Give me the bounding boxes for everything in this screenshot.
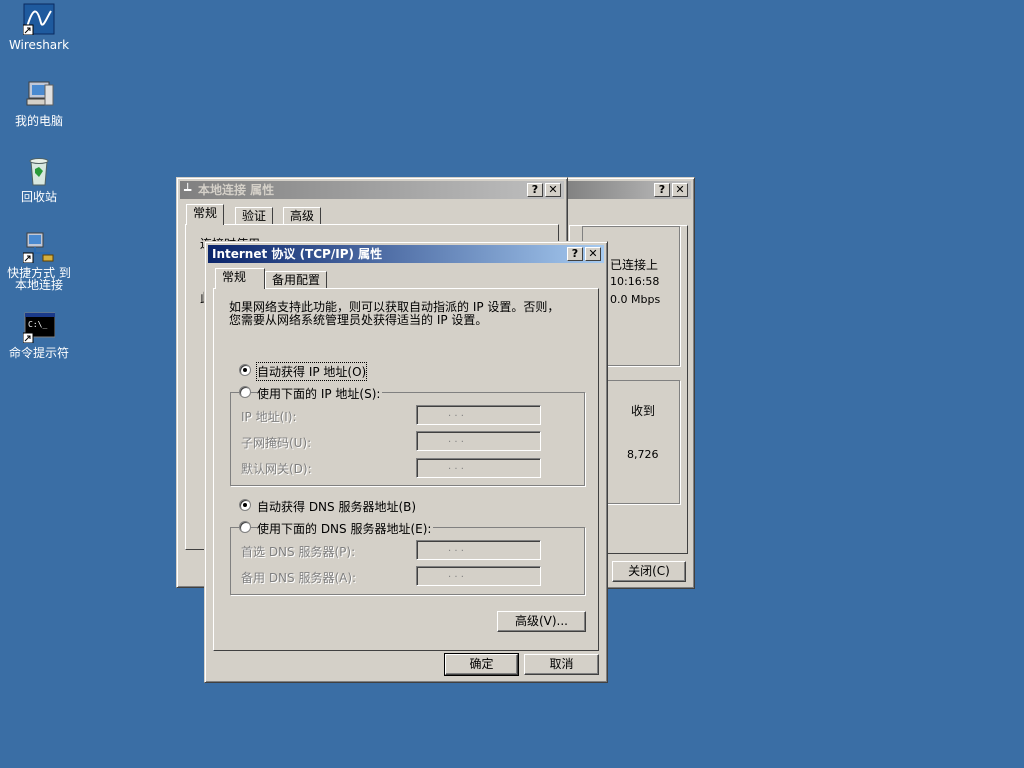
desktop-icon-my-computer[interactable]: 我的电脑: [1, 79, 77, 127]
tab-advanced[interactable]: 高级: [283, 207, 322, 225]
recycle-bin-icon: [23, 155, 55, 187]
desktop-icon-label: 命令提示符: [8, 346, 69, 360]
auto-dns-label[interactable]: 自动获得 DNS 服务器地址(B): [257, 498, 416, 515]
tcpip-tab-panel: 如果网络支持此功能，则可以获取自动指派的 IP 设置。否则， 您需要从网络系统管…: [213, 288, 599, 651]
connection-status-text: 已连接上: [610, 258, 659, 272]
desktop-icon-wireshark[interactable]: Wireshark: [1, 3, 77, 51]
help-button[interactable]: ?: [527, 183, 543, 197]
network-connection-icon: [22, 231, 55, 264]
desktop-icon-recycle-bin[interactable]: 回收站: [1, 155, 77, 203]
desktop-icon-local-connection-shortcut[interactable]: 快捷方式 到 本地连接: [1, 231, 77, 291]
ip-dots: . . .: [448, 543, 464, 554]
properties-title-bar: ┷ 本地连接 属性 ? ✕: [180, 181, 564, 199]
properties-title: 本地连接 属性: [198, 183, 275, 197]
wireshark-icon: [22, 3, 55, 36]
close-button[interactable]: ✕: [585, 247, 601, 261]
description-text: 如果网络支持此功能，则可以获取自动指派的 IP 设置。否则， 您需要从网络系统管…: [229, 300, 560, 327]
desktop-icon-label: 快捷方式 到 本地连接: [7, 266, 71, 292]
subnet-mask-label: 子网掩码(U):: [241, 436, 312, 450]
duration-value: 10:16:58: [610, 275, 660, 288]
received-label: 收到: [631, 404, 656, 418]
desktop-icon-label: Wireshark: [8, 38, 70, 52]
tab-alternate-config[interactable]: 备用配置: [265, 271, 328, 289]
alternate-dns-label: 备用 DNS 服务器(A):: [241, 571, 357, 585]
computer-icon: [23, 79, 55, 111]
close-button[interactable]: ✕: [545, 183, 561, 197]
ip-dots: . . .: [448, 569, 464, 580]
tcpip-title-bar: Internet 协议 (TCP/IP) 属性 ? ✕: [208, 245, 604, 263]
tab-general[interactable]: 常规: [215, 268, 265, 289]
ip-dots: . . .: [448, 461, 464, 472]
network-icon: ┷: [184, 183, 192, 197]
close-button[interactable]: ✕: [672, 183, 688, 197]
default-gateway-label: 默认网关(D):: [241, 462, 312, 476]
help-button[interactable]: ?: [654, 183, 670, 197]
command-prompt-icon: C:\_: [22, 311, 56, 344]
tab-general[interactable]: 常规: [186, 204, 225, 225]
ip-dots: . . .: [448, 434, 464, 445]
desktop-icon-label: 回收站: [20, 190, 57, 204]
tcpip-title: Internet 协议 (TCP/IP) 属性: [212, 247, 383, 261]
tcpip-properties-dialog: Internet 协议 (TCP/IP) 属性 ? ✕ 常规 备用配置 如果网络…: [204, 241, 608, 683]
manual-dns-radio[interactable]: [239, 521, 251, 533]
subnet-mask-field: . . .: [416, 431, 541, 451]
ip-address-label: IP 地址(I):: [241, 410, 297, 424]
received-value: 8,726: [627, 448, 659, 461]
ip-address-field: . . .: [416, 405, 541, 425]
auto-ip-label[interactable]: 自动获得 IP 地址(O): [255, 362, 368, 381]
preferred-dns-label: 首选 DNS 服务器(P):: [241, 545, 356, 559]
desktop-icon-label: 我的电脑: [14, 114, 63, 128]
manual-dns-label[interactable]: 使用下面的 DNS 服务器地址(E):: [257, 520, 434, 537]
status-title-bar: ? ✕: [564, 181, 691, 199]
default-gateway-field: . . .: [416, 458, 541, 478]
manual-ip-label[interactable]: 使用下面的 IP 地址(S):: [257, 385, 383, 402]
cancel-button[interactable]: 取消: [524, 654, 599, 675]
speed-value: 0.0 Mbps: [610, 293, 661, 306]
manual-ip-radio[interactable]: [239, 386, 251, 398]
preferred-dns-field: . . .: [416, 540, 541, 560]
auto-dns-radio[interactable]: [239, 499, 251, 511]
advanced-button[interactable]: 高级(V)...: [497, 611, 586, 632]
tab-authentication[interactable]: 验证: [235, 207, 274, 225]
ip-dots: . . .: [448, 408, 464, 419]
auto-ip-radio[interactable]: [239, 364, 251, 376]
desktop-icon-command-prompt[interactable]: C:\_ 命令提示符: [1, 311, 77, 359]
status-close-button[interactable]: 关闭(C): [612, 561, 686, 582]
help-button[interactable]: ?: [567, 247, 583, 261]
ok-button[interactable]: 确定: [444, 653, 519, 676]
alternate-dns-field: . . .: [416, 566, 541, 586]
svg-text:C:\_: C:\_: [28, 320, 47, 329]
